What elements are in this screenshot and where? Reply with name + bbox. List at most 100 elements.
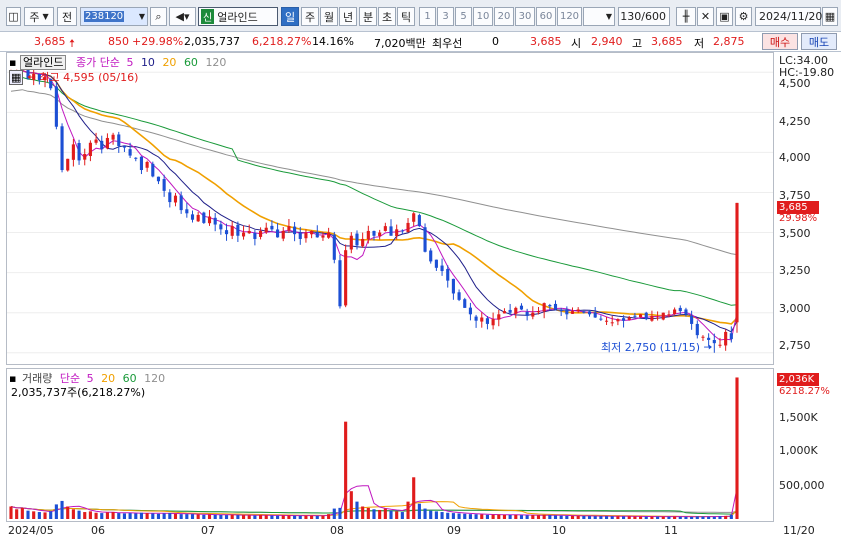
volume-bar (616, 516, 620, 519)
volume-bar (327, 514, 331, 519)
candle-body (145, 162, 149, 168)
ytick-3250: 3,250 (779, 264, 811, 277)
volume-bar (224, 515, 229, 519)
volume-bar (88, 511, 92, 519)
volume-bar (349, 491, 353, 519)
volume-bar (400, 512, 404, 519)
new-badge: 신 (201, 9, 215, 24)
candle-type-icon[interactable]: ╫ (676, 7, 696, 26)
gear-icon[interactable]: ⚙ (735, 7, 752, 26)
volume-bar (451, 513, 455, 519)
candle-body (207, 216, 212, 224)
volume-bar (667, 516, 671, 519)
interval-60[interactable]: 60 (536, 7, 556, 26)
kind-label: 주 (29, 10, 40, 24)
volume-bar (508, 514, 512, 519)
candle-body (491, 319, 495, 326)
low-price: 2,875 (713, 35, 745, 48)
interval-120[interactable]: 120 (557, 7, 582, 26)
crosshair-icon[interactable]: ✕ (697, 7, 714, 26)
candle-body (565, 309, 569, 315)
stock-name-field[interactable]: 신 얼라인드 (198, 7, 278, 26)
volume-bar (139, 512, 144, 519)
volume-bar (190, 514, 195, 519)
volume-bar (196, 514, 200, 519)
volume-bar (480, 514, 484, 519)
candle-body (315, 232, 319, 238)
buy-button[interactable]: 매수 (762, 33, 798, 50)
low-annotation-row: 최저 2,750 (11/15) 🠆 (601, 339, 712, 358)
candle-body (729, 333, 733, 340)
volume-bar (298, 515, 302, 519)
candle-body (457, 292, 461, 300)
date-field[interactable]: 2024/11/20 (755, 7, 822, 26)
speaker-icon[interactable]: ◀▾ (169, 7, 196, 26)
interval-3[interactable]: 3 (437, 7, 454, 26)
period-tick[interactable]: 틱 (397, 7, 415, 26)
candle-body (196, 214, 200, 222)
period-month[interactable]: 월 (320, 7, 338, 26)
calendar-icon[interactable]: ▦ (822, 7, 838, 26)
high-annotation: 최고 4,595 (05/16) (39, 71, 139, 84)
candle-body (701, 336, 705, 338)
current-price: 3,685 (34, 35, 66, 48)
sell-button[interactable]: 매도 (801, 33, 837, 50)
period-second[interactable]: 초 (378, 7, 396, 26)
interval-30[interactable]: 30 (515, 7, 535, 26)
volume-bar (457, 513, 461, 519)
volume-bar (270, 515, 274, 519)
volume-bar (94, 512, 98, 519)
price-panel[interactable]: ▪ 얼라인드 종가 단순 5 10 20 60 120 ▦ 🠄 최고 4,595… (6, 52, 774, 365)
candle-body (66, 158, 70, 171)
volume-bar (724, 515, 728, 519)
volume-bar (185, 514, 189, 519)
candle-body (508, 309, 512, 313)
candle-body (270, 225, 274, 230)
volume-ratio: 6,218.27% (252, 35, 312, 48)
stock-code-input[interactable]: 238120 ▼ (80, 7, 148, 26)
volume-bar (213, 514, 217, 519)
period-day[interactable]: 일 (281, 7, 299, 26)
candle-body (151, 163, 155, 177)
interval-10[interactable]: 10 (473, 7, 493, 26)
candle-body (673, 309, 677, 315)
candle-body (276, 229, 280, 238)
candle-body (88, 142, 92, 157)
ma5-line (10, 70, 738, 341)
candle-body (502, 311, 507, 314)
volume-bar (276, 515, 280, 519)
price-legend: ▪ 얼라인드 종가 단순 5 10 20 60 120 (9, 54, 226, 70)
panel-menu-icon[interactable]: ▪ (9, 56, 16, 69)
candle-body (497, 314, 501, 320)
volume-bar (321, 515, 325, 519)
period-minute[interactable]: 분 (359, 7, 377, 26)
volume-bar (66, 506, 70, 519)
ytick-2750: 2,750 (779, 339, 811, 352)
priority-label: 최우선 (432, 37, 463, 50)
interval-20[interactable]: 20 (494, 7, 514, 26)
volume-bar (173, 513, 178, 519)
save-icon[interactable]: ▣ (716, 7, 733, 26)
period-year[interactable]: 년 (339, 7, 357, 26)
kind-select[interactable]: 주 ▼ (24, 7, 54, 26)
market-select[interactable]: 전 (57, 7, 77, 26)
interval-5[interactable]: 5 (455, 7, 472, 26)
interval-custom-input[interactable]: ▼ (583, 7, 615, 26)
volume-bar (281, 515, 285, 519)
volume-bar (20, 507, 24, 519)
search-icon[interactable]: ⌕ (150, 7, 167, 26)
interval-1[interactable]: 1 (419, 7, 436, 26)
volume-panel[interactable]: ▪ 거래량 단순 5 20 60 120 2,035,737주(6,218.27… (6, 368, 774, 522)
candle-body (656, 317, 660, 319)
last-volume-marker: 2,036K (777, 373, 819, 386)
grid-icon[interactable]: ▦ (9, 70, 24, 85)
candle-body (128, 149, 132, 156)
layout-icon[interactable]: ◫ (6, 7, 21, 26)
candle-body (553, 303, 558, 310)
data-count-field[interactable]: 130/600 (618, 7, 670, 26)
volume-bar (610, 516, 614, 519)
candle-body (485, 318, 489, 324)
period-week[interactable]: 주 (301, 7, 319, 26)
high-annotation-row: ▦ 🠄 최고 4,595 (05/16) (9, 69, 138, 88)
candle-body (224, 230, 229, 235)
